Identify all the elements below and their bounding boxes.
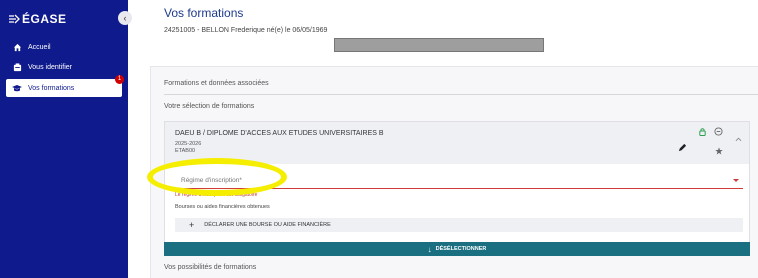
sidebar-item-accueil[interactable]: Accueil <box>6 38 122 56</box>
edit-pencil-icon[interactable] <box>677 142 687 152</box>
regime-label: Régime d'inscription* <box>181 177 242 184</box>
home-icon <box>12 42 22 52</box>
collapse-sidebar-button[interactable]: ‹ <box>118 11 132 25</box>
notification-badge: 1 <box>115 75 124 84</box>
divider <box>164 94 758 95</box>
bourse-label: Bourses ou aides financières obtenues <box>175 204 270 210</box>
declare-bourse-button[interactable]: + DÉCLARER UNE BOURSE OU AIDE FINANCIÈRE <box>175 218 743 232</box>
section-title: Formations et données associées <box>164 80 269 87</box>
caret-down-icon <box>733 179 739 182</box>
regime-select[interactable]: Régime d'inscription* <box>175 173 743 189</box>
formation-header[interactable]: DAEU B / DIPLOME D'ACCES AUX ETUDES UNIV… <box>165 122 749 164</box>
possibilities-title: Vos possibilités de formations <box>164 264 257 271</box>
regime-error-text: Le régime d'inscription est obligatoire <box>175 192 258 198</box>
star-icon[interactable] <box>714 146 724 156</box>
sidebar-item-vos-formations[interactable]: Vos formations 1 <box>6 75 124 97</box>
sidebar-item-vous-identifier[interactable]: Vous identifier <box>6 58 122 76</box>
id-card-icon <box>12 62 22 72</box>
sidebar-item-label: Vos formations <box>28 84 75 92</box>
sidebar: ÉGASE Accueil Vous identifier Vos format… <box>0 0 128 278</box>
graduation-cap-icon <box>12 83 22 93</box>
sidebar-item-label: Accueil <box>28 43 51 51</box>
selection-title: Votre sélection de formations <box>164 103 255 110</box>
minus-circle-icon[interactable] <box>713 126 723 136</box>
deselect-button[interactable]: ↓ DÉSÉLECTIONNER <box>164 242 750 256</box>
sidebar-item-label: Vous identifier <box>28 63 72 71</box>
identity-line: 24251005 - BELLON Frederique né(e) le 06… <box>164 27 328 34</box>
formation-name: DAEU B / DIPLOME D'ACCES AUX ETUDES UNIV… <box>175 130 384 137</box>
lock-icon[interactable] <box>697 126 707 136</box>
plus-icon: + <box>189 220 195 230</box>
redacted-block <box>334 38 544 52</box>
chevron-left-icon: ‹ <box>123 13 127 23</box>
formation-etab: ETAB00 <box>175 148 196 154</box>
formation-year: 2025-2026 <box>175 141 202 147</box>
page-title: Vos formations <box>164 6 244 20</box>
app-logo[interactable]: ÉGASE <box>8 12 67 26</box>
deselect-label: DÉSÉLECTIONNER <box>435 246 487 252</box>
formation-card: DAEU B / DIPLOME D'ACCES AUX ETUDES UNIV… <box>164 121 750 243</box>
chevron-up-icon[interactable] <box>733 134 743 144</box>
logo-icon <box>9 14 20 24</box>
logo-text: ÉGASE <box>22 12 67 26</box>
arrow-down-icon: ↓ <box>427 244 432 254</box>
declare-bourse-label: DÉCLARER UNE BOURSE OU AIDE FINANCIÈRE <box>204 222 331 228</box>
